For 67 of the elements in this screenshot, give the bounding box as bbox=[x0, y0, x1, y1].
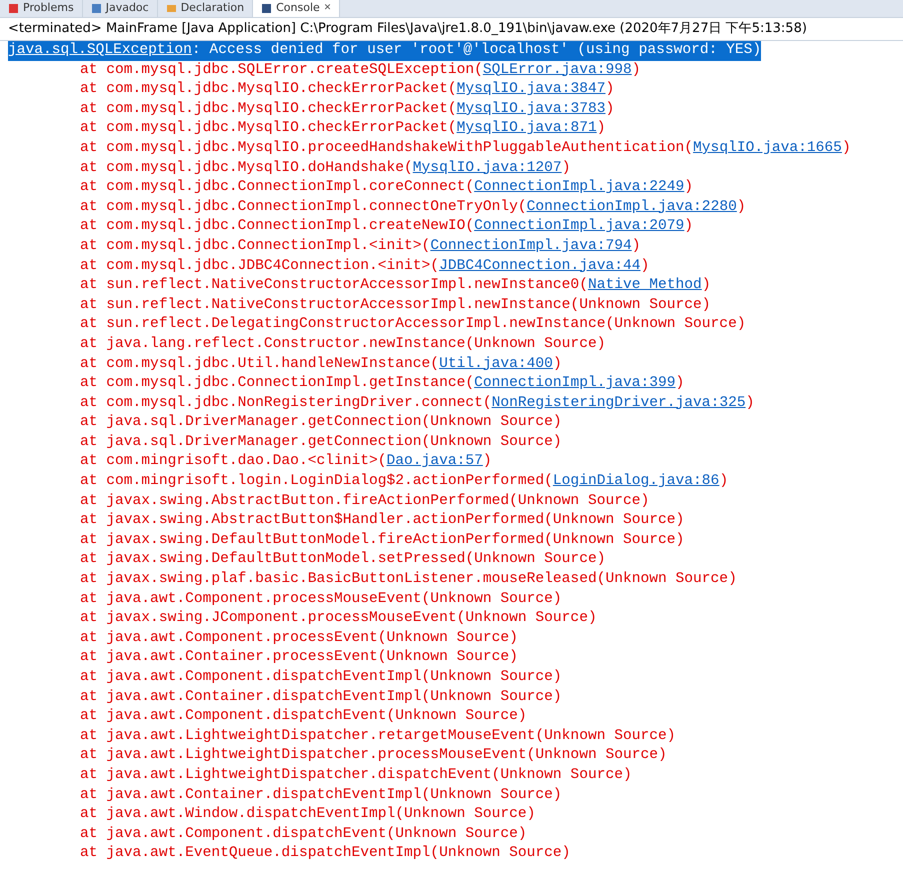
tab[interactable]: Javadoc bbox=[82, 0, 158, 17]
source-link[interactable]: ConnectionImpl.java:2280 bbox=[526, 198, 737, 215]
source-link[interactable]: MysqlIO.java:1207 bbox=[412, 160, 562, 176]
stack-trace-line: at sun.reflect.NativeConstructorAccessorImpl.newInstance0(Native Method) bbox=[79, 276, 712, 296]
stack-trace-line: at com.mysql.jdbc.ConnectionImpl.connectOneTryOnly(ConnectionImpl.java:2280) bbox=[79, 198, 747, 217]
stack-trace-line: at java.lang.reflect.Constructor.newInstance(Unknown Source) bbox=[79, 334, 606, 354]
stack-trace-line: at java.awt.Container.processEvent(Unknown Source) bbox=[79, 648, 519, 668]
stack-trace-line: at com.mysql.jdbc.ConnectionImpl.coreConnect(ConnectionImpl.java:2249) bbox=[79, 178, 694, 198]
source-link[interactable]: MysqlIO.java:871 bbox=[456, 120, 597, 136]
stack-trace-line: at sun.reflect.NativeConstructorAccessorImpl.newInstance(Unknown Source) bbox=[79, 296, 712, 315]
stack-trace-line: at java.awt.EventQueue.dispatchEventImpl(Unknown Source) bbox=[79, 844, 572, 864]
stack-trace-line: at com.mysql.jdbc.ConnectionImpl.<init>(ConnectionImpl.java:794) bbox=[79, 236, 642, 256]
stack-trace-line: at java.awt.Component.processEvent(Unknown Source) bbox=[79, 628, 519, 648]
tab-icon bbox=[261, 3, 272, 14]
source-link[interactable]: NonRegisteringDriver.java:325 bbox=[492, 394, 746, 411]
stack-trace-line: at com.mingrisoft.dao.Dao.<clinit>(Dao.java:57) bbox=[79, 452, 493, 472]
stack-trace-line: at com.mysql.jdbc.MysqlIO.checkErrorPacket(MysqlIO.java:871) bbox=[79, 119, 606, 138]
source-link[interactable]: Native Method bbox=[588, 277, 702, 294]
stack-trace-line: at com.mingrisoft.login.LoginDialog$2.actionPerformed(LoginDialog.java:86) bbox=[79, 472, 730, 492]
tab[interactable]: Console ✕ bbox=[253, 0, 340, 17]
source-link[interactable]: LoginDialog.java:86 bbox=[552, 473, 720, 490]
stack-trace-line: at com.mysql.jdbc.ConnectionImpl.createNewIO(ConnectionImpl.java:2079) bbox=[79, 217, 694, 236]
stack-trace-line: at sun.reflect.DelegatingConstructorAccessorImpl.newInstance(Unknown Source) bbox=[79, 315, 747, 334]
stack-trace-line: at java.awt.Component.dispatchEventImpl(Unknown Source) bbox=[79, 668, 563, 687]
stack-trace-line: at java.sql.DriverManager.getConnection(Unknown Source) bbox=[79, 432, 563, 452]
stack-trace-line: at java.awt.Container.dispatchEventImpl(Unknown Source) bbox=[79, 688, 563, 707]
stack-trace-line: at javax.swing.AbstractButton.fireActionPerformed(Unknown Source) bbox=[79, 492, 650, 511]
tab[interactable]: Problems bbox=[0, 0, 83, 17]
stack-trace-line: at javax.swing.plaf.basic.BasicButtonListener.mouseReleased(Unknown Source) bbox=[79, 570, 738, 590]
stack-trace-line: at com.mysql.jdbc.NonRegisteringDriver.connect(NonRegisteringDriver.java:325) bbox=[79, 394, 756, 413]
stack-trace-line: at com.mysql.jdbc.MysqlIO.checkErrorPacket(MysqlIO.java:3783) bbox=[79, 100, 616, 119]
stack-trace-line: at java.awt.Component.dispatchEvent(Unknown Source) bbox=[79, 707, 528, 726]
stack-trace-line: at java.awt.Component.dispatchEvent(Unknown Source) bbox=[79, 824, 528, 844]
tab-icon bbox=[8, 3, 19, 14]
tab-icon bbox=[90, 3, 102, 14]
source-link[interactable]: ConnectionImpl.java:794 bbox=[430, 238, 632, 254]
stack-trace-line: at com.mysql.jdbc.MysqlIO.doHandshake(MysqlIO.java:1207) bbox=[79, 158, 572, 178]
stack-trace-line: at com.mysql.jdbc.MysqlIO.proceedHandshakeWithPluggableAuthentication(MysqlIO.java:1665) bbox=[79, 138, 852, 158]
stack-trace-line: at javax.swing.DefaultButtonModel.fireActionPerformed(Unknown Source) bbox=[79, 530, 686, 550]
stack-trace-line: at java.awt.Container.dispatchEventImpl(Unknown Source) bbox=[79, 786, 563, 805]
source-link[interactable]: MysqlIO.java:1665 bbox=[693, 140, 842, 156]
source-link[interactable]: JDBC4Connection.java:44 bbox=[439, 258, 641, 274]
stack-trace-line: at java.awt.LightweightDispatcher.retargetMouseEvent(Unknown Source) bbox=[79, 726, 677, 746]
stack-trace-line: at javax.swing.AbstractButton$Handler.actionPerformed(Unknown Source) bbox=[79, 511, 686, 530]
source-link[interactable]: ConnectionImpl.java:2079 bbox=[474, 218, 684, 234]
source-link[interactable]: ConnectionImpl.java:399 bbox=[474, 375, 676, 392]
source-link[interactable]: MysqlIO.java:3783 bbox=[456, 100, 606, 117]
stack-trace-line: at javax.swing.DefaultButtonModel.setPressed(Unknown Source) bbox=[79, 550, 606, 570]
stack-trace-line: at com.mysql.jdbc.Util.handleNewInstance(Util.java:400) bbox=[79, 354, 563, 374]
source-link[interactable]: SQLError.java:998 bbox=[482, 62, 632, 78]
source-link[interactable]: Util.java:400 bbox=[439, 356, 553, 372]
stack-trace-line: at java.awt.LightweightDispatcher.dispatchEvent(Unknown Source) bbox=[79, 766, 633, 785]
stack-trace-line: at javax.swing.JComponent.processMouseEvent(Unknown Source) bbox=[79, 609, 598, 628]
stack-trace-line: at java.awt.Component.processMouseEvent(Unknown Source) bbox=[79, 590, 563, 609]
close-icon[interactable]: ✕ bbox=[324, 2, 332, 16]
stack-trace-line: at com.mysql.jdbc.MysqlIO.checkErrorPacket(MysqlIO.java:3847) bbox=[79, 80, 616, 100]
exception-link[interactable]: java.sql.SQLException bbox=[8, 42, 192, 58]
source-link[interactable]: MysqlIO.java:3847 bbox=[456, 81, 606, 98]
stack-trace-line: at java.awt.Window.dispatchEventImpl(Unknown Source) bbox=[79, 805, 536, 824]
source-link[interactable]: Dao.java:57 bbox=[386, 453, 483, 470]
stack-trace-line: at com.mysql.jdbc.JDBC4Connection.<init>(JDBC4Connection.java:44) bbox=[79, 256, 650, 276]
source-link[interactable]: ConnectionImpl.java:2249 bbox=[474, 179, 684, 196]
stack-trace-line: at com.mysql.jdbc.ConnectionImpl.getInstance(ConnectionImpl.java:399) bbox=[79, 374, 686, 394]
stack-trace-line: at com.mysql.jdbc.SQLError.createSQLException(SQLError.java:998) bbox=[79, 60, 642, 80]
tab-icon bbox=[166, 3, 177, 14]
stack-trace-line: at java.awt.LightweightDispatcher.processMouseEvent(Unknown Source) bbox=[79, 746, 668, 766]
stack-trace-line: at java.sql.DriverManager.getConnection(Unknown Source) bbox=[79, 413, 563, 432]
